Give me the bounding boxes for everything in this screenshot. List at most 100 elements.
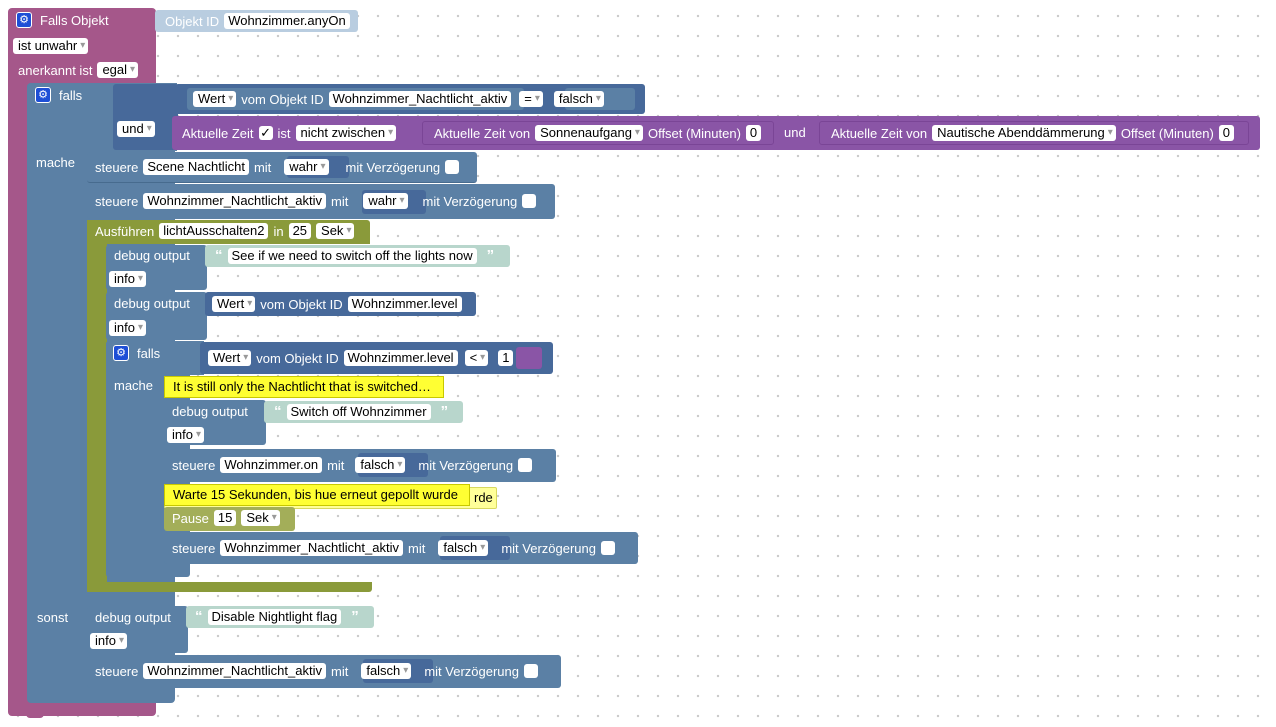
- control-mit-label: mit: [407, 540, 426, 556]
- gear-icon[interactable]: ⚙: [35, 87, 51, 103]
- control-label: steuere: [95, 193, 139, 209]
- object-id-field[interactable]: Wohnzimmer.anyOn: [224, 13, 350, 29]
- debug-text-field[interactable]: See if we need to switch off the lights …: [227, 247, 477, 264]
- timeout-label: Ausführen: [95, 223, 155, 239]
- debug-text-field[interactable]: Switch off Wohnzimmer: [286, 403, 431, 420]
- comment-note[interactable]: Warte 15 Sekunden, bis hue erneut gepoll…: [164, 484, 470, 506]
- control-delay-checkbox[interactable]: [524, 664, 538, 678]
- quote-close-icon: ”: [486, 247, 495, 264]
- debug-prop-dropdown[interactable]: Wert: [212, 296, 256, 312]
- inner-if-mache-label: mache: [114, 378, 154, 393]
- debug-level-dropdown[interactable]: info: [109, 271, 146, 287]
- if-falls-label: falls: [59, 87, 83, 103]
- control-object-field[interactable]: Wohnzimmer_Nachtlicht_aktiv: [143, 193, 326, 209]
- control-label: steuere: [172, 540, 216, 556]
- quote-open-icon: “: [215, 247, 223, 264]
- debug-object-field[interactable]: Wohnzimmer.level: [347, 296, 462, 312]
- inner-cond-of-label: vom Objekt ID: [256, 350, 339, 366]
- control-value-dropdown[interactable]: falsch: [361, 663, 412, 679]
- control-delay-label: mit Verzögerung: [424, 663, 519, 679]
- control-delay-checkbox[interactable]: [601, 541, 615, 555]
- debug-label: debug output: [114, 296, 190, 311]
- timeout-unit-dropdown[interactable]: Sek: [316, 223, 355, 239]
- control-mit-label: mit: [327, 457, 345, 473]
- time-to-label: Aktuelle Zeit von: [831, 125, 928, 141]
- comment-note[interactable]: It is still only the Nachtlicht that is …: [164, 376, 444, 398]
- control-value-dropdown[interactable]: falsch: [438, 540, 489, 556]
- trigger-title: Falls Objekt: [40, 12, 109, 28]
- cond1-object-field[interactable]: Wohnzimmer_Nachtlicht_aktiv: [328, 91, 512, 107]
- cond1-of-label: vom Objekt ID: [241, 91, 324, 107]
- trigger-block-notch: [26, 706, 44, 718]
- timeout-block-side: [87, 220, 107, 592]
- pause-label: Pause: [172, 510, 209, 526]
- control-object-field[interactable]: Scene Nachtlicht: [143, 159, 249, 175]
- control-delay-checkbox[interactable]: [445, 160, 460, 174]
- control-object-field[interactable]: Wohnzimmer.on: [220, 457, 323, 473]
- time-enabled-checkbox[interactable]: ✓: [258, 126, 273, 140]
- control-label: steuere: [95, 159, 139, 175]
- inner-cond-operator-dropdown[interactable]: <: [464, 350, 489, 366]
- control-delay-label: mit Verzögerung: [422, 193, 518, 209]
- time-mode-dropdown[interactable]: nicht zwischen: [295, 125, 397, 141]
- timeout-in-label: in: [273, 223, 284, 239]
- debug-of-label: vom Objekt ID: [260, 296, 343, 312]
- time-and-label: und: [784, 125, 806, 140]
- inner-cond-prop-dropdown[interactable]: Wert: [208, 350, 252, 366]
- control-value-dropdown[interactable]: falsch: [355, 457, 406, 473]
- control-delay-label: mit Verzögerung: [345, 159, 441, 175]
- pause-unit-dropdown[interactable]: Sek: [241, 510, 280, 526]
- time-from-offset-label: Offset (Minuten): [647, 125, 741, 141]
- logic-op-dropdown[interactable]: und: [117, 121, 155, 137]
- cond1-operator-dropdown[interactable]: =: [519, 91, 543, 107]
- control-delay-label: mit Verzögerung: [418, 457, 514, 473]
- control-delay-checkbox[interactable]: [522, 194, 537, 208]
- gear-icon[interactable]: ⚙: [113, 345, 129, 361]
- control-value-dropdown[interactable]: wahr: [363, 193, 408, 209]
- number-block[interactable]: [516, 347, 542, 369]
- if-sonst-label: sonst: [37, 610, 69, 625]
- timeout-value-field[interactable]: 25: [288, 223, 312, 239]
- debug-level-dropdown[interactable]: info: [167, 427, 204, 443]
- ack-label: anerkannt ist: [18, 62, 93, 78]
- control-mit-label: mit: [253, 159, 272, 175]
- debug-label: debug output: [172, 404, 248, 419]
- inner-if-falls-label: falls: [137, 345, 161, 361]
- control-delay-label: mit Verzögerung: [501, 540, 596, 556]
- debug-label: debug output: [95, 610, 171, 625]
- debug-level-dropdown[interactable]: info: [109, 320, 146, 336]
- time-from-dropdown[interactable]: Sonnenaufgang: [535, 125, 643, 141]
- time-ist-label: ist: [277, 125, 291, 141]
- quote-open-icon: “: [274, 403, 282, 420]
- cond1-value-dropdown[interactable]: falsch: [553, 91, 604, 107]
- quote-close-icon: ”: [440, 403, 449, 420]
- control-value-dropdown[interactable]: wahr: [284, 159, 329, 175]
- time-to-dropdown[interactable]: Nautische Abenddämmerung: [932, 125, 1116, 141]
- control-label: steuere: [172, 457, 216, 473]
- debug-label: debug output: [114, 248, 190, 263]
- ack-dropdown[interactable]: egal: [97, 62, 139, 78]
- time-from-label: Aktuelle Zeit von: [434, 125, 531, 141]
- inner-cond-value-field[interactable]: 1: [498, 350, 514, 366]
- quote-close-icon: ”: [351, 608, 359, 625]
- control-delay-checkbox[interactable]: [518, 458, 533, 472]
- time-from-offset-field[interactable]: 0: [745, 125, 762, 141]
- current-time-label: Aktuelle Zeit: [182, 125, 254, 141]
- and-block[interactable]: [113, 84, 178, 150]
- debug-text-field[interactable]: Disable Nightlight flag: [207, 608, 342, 625]
- pause-value-field[interactable]: 15: [213, 510, 237, 526]
- trigger-condition-dropdown[interactable]: ist unwahr: [13, 38, 89, 54]
- if-mache-label: mache: [36, 155, 76, 170]
- control-object-field[interactable]: Wohnzimmer_Nachtlicht_aktiv: [143, 663, 326, 679]
- comment-shadow-text: rde: [474, 490, 493, 505]
- debug-level-dropdown[interactable]: info: [90, 633, 127, 649]
- inner-cond-object-field[interactable]: Wohnzimmer.level: [343, 350, 458, 366]
- timeout-block-bottom: [87, 582, 372, 592]
- time-to-offset-field[interactable]: 0: [1218, 125, 1235, 141]
- time-to-offset-label: Offset (Minuten): [1120, 125, 1214, 141]
- control-object-field[interactable]: Wohnzimmer_Nachtlicht_aktiv: [220, 540, 403, 556]
- timeout-name-field[interactable]: lichtAusschalten2: [159, 223, 269, 239]
- gear-icon[interactable]: ⚙: [16, 12, 32, 28]
- cond1-prop-dropdown[interactable]: Wert: [193, 91, 237, 107]
- control-label: steuere: [95, 663, 139, 679]
